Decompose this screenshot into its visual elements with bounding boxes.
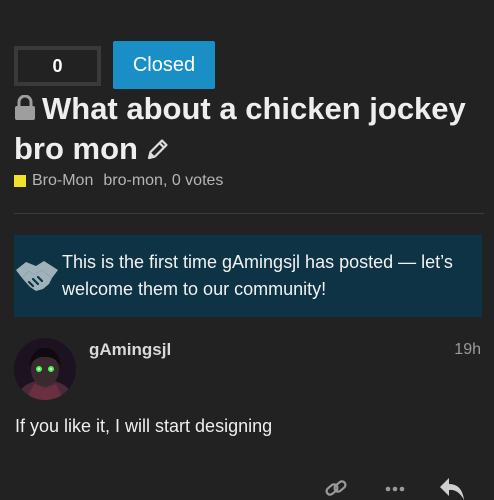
closed-status-button[interactable]: Closed (113, 41, 215, 89)
link-icon[interactable] (322, 476, 350, 500)
topic-meta: Bro-Mon bro-mon, 0 votes (14, 172, 223, 190)
post-username[interactable]: gAmingsjl (89, 340, 171, 360)
topic-title-text: What about a chicken jockey bro mon (14, 91, 466, 166)
reply-icon[interactable] (437, 476, 467, 500)
post-time[interactable]: 19h (454, 341, 481, 359)
avatar[interactable] (14, 338, 76, 400)
divider (14, 213, 484, 214)
post-actions (0, 476, 494, 500)
handshake-icon (12, 256, 62, 296)
pencil-icon[interactable] (146, 132, 170, 170)
notice-text: This is the first time gAmingsjl has pos… (62, 252, 453, 299)
category-color-swatch (14, 175, 26, 187)
first-post-notice: This is the first time gAmingsjl has pos… (14, 235, 482, 317)
more-icon[interactable] (381, 476, 409, 500)
topic-title: What about a chicken jockey bro mon (14, 90, 484, 170)
vote-count[interactable]: 0 (14, 46, 101, 86)
lock-icon (14, 92, 36, 130)
tags-votes[interactable]: bro-mon, 0 votes (103, 172, 223, 190)
category-link[interactable]: Bro-Mon (32, 172, 93, 190)
post-body: If you like it, I will start designing (15, 416, 273, 436)
